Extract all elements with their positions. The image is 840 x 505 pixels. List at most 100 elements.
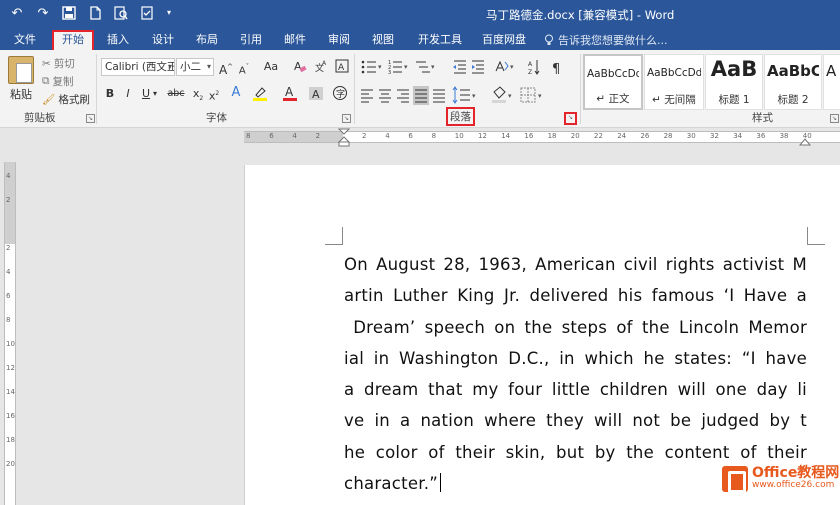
font-size-select[interactable]: 小二 ▾: [176, 58, 214, 76]
ruler-number: 10: [6, 340, 15, 348]
format-painter-button[interactable]: 🖌 格式刷: [42, 92, 90, 107]
document-page[interactable]: On August 28, 1963, American civil right…: [244, 165, 840, 505]
style-title[interactable]: A: [823, 54, 840, 110]
group-divider: [354, 54, 355, 124]
ruler-number: 14: [6, 388, 15, 396]
numbering-icon[interactable]: 1 2 3 ▾: [388, 60, 408, 76]
ruler-number: 16: [524, 132, 534, 140]
text-line: Dream’ speech on the steps of the Lincol…: [344, 317, 807, 337]
strikethrough-button[interactable]: abc: [166, 86, 186, 102]
save-icon[interactable]: [60, 4, 78, 22]
tab-developer[interactable]: 开发工具: [410, 30, 470, 50]
vertical-ruler[interactable]: 4 2 2 4 6 8 10 12 14 16 18 20: [4, 162, 16, 505]
print-preview-icon[interactable]: [112, 4, 130, 22]
decrease-indent-icon[interactable]: [453, 60, 466, 74]
tab-layout[interactable]: 布局: [188, 30, 226, 50]
ribbon-tabs: 文件 开始 插入 设计 布局 引用 邮件 审阅 视图 开发工具 百度网盘 告诉我…: [0, 28, 840, 50]
shading-icon[interactable]: ▾: [492, 86, 512, 103]
ruler-number: 38: [779, 132, 789, 140]
copy-label: 复制: [52, 76, 74, 88]
redo-icon[interactable]: ↷: [34, 4, 52, 22]
multilevel-list-icon[interactable]: ▾: [416, 61, 435, 73]
tab-home[interactable]: 开始: [52, 30, 94, 50]
tab-insert[interactable]: 插入: [99, 30, 137, 50]
clipboard-launcher-icon[interactable]: ↘: [86, 114, 95, 123]
tab-review[interactable]: 审阅: [320, 30, 358, 50]
tell-me-box[interactable]: 告诉我您想要做什么...: [544, 32, 668, 48]
copy-button[interactable]: ⧉ 复制: [42, 74, 74, 89]
justify-icon[interactable]: [413, 86, 429, 105]
chevron-down-icon[interactable]: ▾: [151, 86, 159, 102]
cut-button[interactable]: ✂ 剪切: [42, 56, 75, 71]
ruler-number: 10: [454, 132, 464, 140]
tab-design[interactable]: 设计: [144, 30, 182, 50]
tab-references[interactable]: 引用: [232, 30, 270, 50]
change-case-button[interactable]: Aa: [260, 59, 282, 75]
sort-icon[interactable]: AZ: [528, 60, 540, 76]
shrink-font-button[interactable]: Aˇ: [236, 59, 252, 76]
increase-indent-icon[interactable]: [472, 60, 484, 74]
borders-icon[interactable]: ▾: [520, 87, 542, 103]
ruler-number: 30: [686, 132, 696, 140]
align-center-icon[interactable]: [379, 89, 391, 103]
italic-button[interactable]: I: [120, 86, 136, 102]
horizontal-ruler[interactable]: 8 6 4 2 2 4 6 8 10 12 14 16 18 20 22 24 26 28 30 32 34 36 38 40: [0, 128, 840, 148]
undo-icon[interactable]: ↶: [8, 4, 26, 22]
style-heading-1[interactable]: AaB 标题 1: [705, 54, 763, 110]
style-heading-2[interactable]: AaBbC 标题 2: [764, 54, 822, 110]
tab-view[interactable]: 视图: [364, 30, 402, 50]
phonetic-guide-icon[interactable]: 文A: [314, 59, 330, 75]
paste-button-label[interactable]: 粘贴: [10, 86, 32, 102]
ruler-number: 4: [385, 132, 390, 140]
ruler-number: 36: [756, 132, 766, 140]
qat-dropdown-icon[interactable]: ▾: [164, 4, 174, 22]
character-border-icon[interactable]: A: [334, 59, 350, 75]
tab-baidu-netdisk[interactable]: 百度网盘: [474, 30, 534, 50]
align-left-icon[interactable]: [361, 89, 373, 103]
distributed-icon[interactable]: [433, 89, 445, 103]
font-color-icon[interactable]: A: [282, 85, 298, 101]
svg-text:Z: Z: [528, 69, 532, 76]
bold-button[interactable]: B: [102, 86, 118, 102]
text-line: ve in a nation where they will not be ju…: [344, 411, 807, 431]
ruler-number: 12: [6, 364, 15, 372]
ruler-number: 16: [6, 412, 15, 420]
align-right-icon[interactable]: [397, 89, 409, 103]
watermark-name: Office教程网: [752, 465, 840, 481]
document-body[interactable]: On August 28, 1963, American civil right…: [344, 249, 807, 499]
text-line: ial in Washington D.C., in which he stat…: [344, 348, 807, 368]
indent-markers-icon[interactable]: [338, 128, 350, 148]
style-no-spacing[interactable]: AaBbCcDd ↵ 无间隔: [644, 54, 704, 110]
clear-formatting-icon[interactable]: A: [292, 59, 308, 75]
bullets-icon[interactable]: ▾: [361, 60, 382, 74]
font-name-select[interactable]: Calibri (西文正 ▾: [101, 58, 175, 76]
text-effects-icon[interactable]: A: [228, 85, 244, 101]
subscript-button[interactable]: x2: [190, 86, 206, 102]
quick-access-toolbar: ↶ ↷ ▾: [8, 4, 174, 22]
group-divider: [580, 54, 581, 124]
new-document-icon[interactable]: [86, 4, 104, 22]
enclose-characters-icon[interactable]: 字: [332, 85, 348, 101]
show-marks-icon[interactable]: ¶: [552, 62, 560, 77]
ruler-number: 4: [292, 132, 297, 140]
ruler-number: 14: [501, 132, 511, 140]
style-normal[interactable]: AaBbCcDd ↵ 正文: [583, 54, 643, 110]
chinese-layout-icon[interactable]: ▾: [495, 60, 514, 72]
styles-launcher-icon[interactable]: ↘: [830, 114, 839, 123]
tab-mailings[interactable]: 邮件: [276, 30, 314, 50]
paste-icon[interactable]: [8, 56, 34, 84]
highlight-icon[interactable]: [252, 85, 268, 101]
paragraph-launcher-icon[interactable]: ↘: [564, 112, 577, 125]
ruler-number: 2: [315, 132, 321, 140]
open-icon[interactable]: [138, 4, 156, 22]
character-shading-icon[interactable]: A: [308, 85, 324, 101]
crop-mark: [325, 227, 343, 245]
watermark-url: www.office26.com: [752, 480, 835, 490]
tab-file[interactable]: 文件: [6, 30, 44, 50]
grow-font-button[interactable]: A^: [218, 59, 234, 77]
text-line: artin Luther King Jr. delivered his famo…: [344, 286, 807, 306]
font-launcher-icon[interactable]: ↘: [342, 114, 351, 123]
line-spacing-icon[interactable]: ▾: [452, 86, 476, 104]
ruler-number: 18: [547, 132, 557, 140]
superscript-button[interactable]: x2: [206, 86, 222, 103]
